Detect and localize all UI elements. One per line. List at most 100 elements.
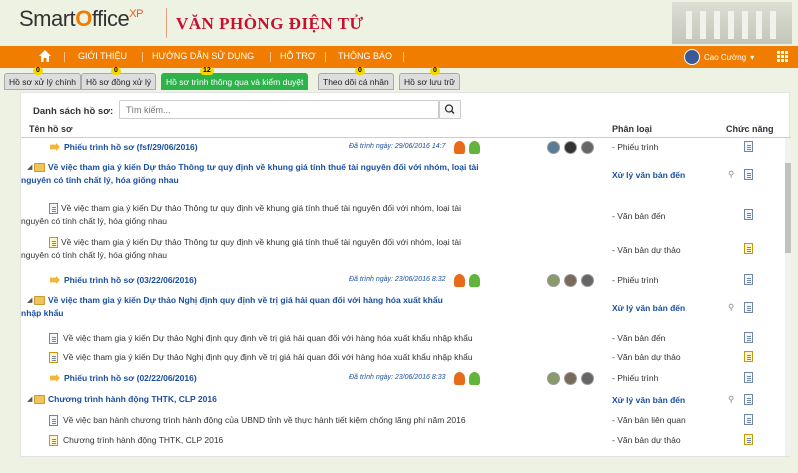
nav-divider <box>142 52 143 62</box>
attachment-icon[interactable]: ⚲ <box>728 169 737 179</box>
tab-personal[interactable]: 0 Theo dõi cá nhân <box>318 67 394 90</box>
search-label: Danh sách hồ sơ: <box>33 106 114 117</box>
avatar <box>581 274 594 287</box>
nav-item-intro[interactable]: GIỚI THIỆU <box>78 51 127 61</box>
nav-divider <box>403 52 404 62</box>
draft-document-icon <box>49 435 58 446</box>
tab-archive[interactable]: 0 Hồ sơ lưu trữ <box>399 67 460 90</box>
table-row[interactable]: ◢ Về việc tham gia ý kiến Dự thảo Nghị đ… <box>21 294 781 322</box>
row-title[interactable]: Phiếu trình hồ sơ (03/22/06/2016) <box>64 274 197 287</box>
table-row[interactable]: Về việc tham gia ý kiến Dự thảo Thông tư… <box>21 202 781 230</box>
table-row[interactable]: Phiếu trình hồ sơ (03/22/06/2016) Đã trì… <box>21 273 781 287</box>
row-date: Đã trình ngày: 23/06/2016 8:32 <box>349 276 446 283</box>
search-icon <box>444 104 455 115</box>
row-date: Đã trình ngày: 29/06/2016 14:7 <box>349 143 446 150</box>
attachment-icon[interactable]: ⚲ <box>728 302 737 312</box>
forward-icon <box>50 276 60 284</box>
view-document-icon[interactable] <box>744 209 753 220</box>
table-row[interactable]: Phiếu trình hồ sơ (fsf/29/06/2016) Đã tr… <box>21 140 781 154</box>
edit-document-icon[interactable] <box>744 351 753 362</box>
row-category: - Văn bản liên quan <box>612 415 686 425</box>
user-green-icon <box>469 141 480 154</box>
avatar <box>581 141 594 154</box>
row-title[interactable]: Về việc tham gia ý kiến Dự thảo Thông tư… <box>21 202 491 228</box>
avatar <box>564 141 577 154</box>
row-category: Xử lý văn bản đến <box>612 170 686 180</box>
user-green-icon <box>469 372 480 385</box>
row-category: - Văn bản dự thảo <box>612 435 681 445</box>
attachment-icon[interactable]: ⚲ <box>728 394 737 404</box>
scrollbar-thumb[interactable] <box>785 163 791 253</box>
table-row[interactable]: Về việc ban hành chương trình hành động … <box>21 414 781 428</box>
avatar <box>547 372 560 385</box>
edit-document-icon[interactable] <box>744 434 753 445</box>
row-title[interactable]: Về việc tham gia ý kiến Dự thảo Nghị địn… <box>63 332 473 345</box>
apps-grid-icon[interactable] <box>777 51 788 62</box>
view-document-icon[interactable] <box>744 394 753 405</box>
app-logo[interactable]: SmartOfficeXP <box>19 6 143 32</box>
table-row[interactable]: Về việc tham gia ý kiến Dự thảo Nghị địn… <box>21 332 781 346</box>
avatar <box>581 372 594 385</box>
avatar <box>684 49 700 65</box>
view-document-icon[interactable] <box>744 169 753 180</box>
user-menu[interactable]: Cao Cường ▾ <box>684 49 754 65</box>
avatar <box>564 372 577 385</box>
row-title[interactable]: Về việc tham gia ý kiến Dự thảo Nghị địn… <box>63 351 473 364</box>
nav-item-notifications[interactable]: THÔNG BÁO <box>338 51 392 61</box>
edit-document-icon[interactable] <box>744 243 753 254</box>
tab-badge: 0 <box>355 67 365 75</box>
row-category: Xử lý văn bản đến <box>612 395 686 405</box>
row-title[interactable]: Về việc ban hành chương trình hành động … <box>63 414 466 427</box>
folder-icon <box>34 395 45 404</box>
nav-divider <box>64 52 65 62</box>
avatar <box>547 141 560 154</box>
row-category: - Văn bản dự thảo <box>612 352 681 362</box>
header-divider <box>21 137 791 138</box>
header-building-image <box>672 2 792 44</box>
home-icon[interactable] <box>38 49 52 63</box>
row-category: - Phiếu trình <box>612 373 659 383</box>
search-button[interactable] <box>439 100 461 119</box>
view-document-icon[interactable] <box>744 414 753 425</box>
table-row[interactable]: ◢ Chương trình hành động THTK, CLP 2016 … <box>21 393 781 407</box>
nav-item-guide[interactable]: HƯỚNG DẪN SỬ DỤNG <box>152 51 254 61</box>
row-title[interactable]: Chương trình hành động THTK, CLP 2016 <box>48 393 217 406</box>
user-green-icon <box>469 274 480 287</box>
table-row[interactable]: Về việc tham gia ý kiến Dự thảo Thông tư… <box>21 236 781 264</box>
row-title[interactable]: Phiếu trình hồ sơ (fsf/29/06/2016) <box>64 141 198 154</box>
view-document-icon[interactable] <box>744 332 753 343</box>
avatar <box>547 274 560 287</box>
collapse-toggle-icon[interactable]: ◢ <box>27 395 32 403</box>
tab-badge: 0 <box>430 67 440 75</box>
table-row[interactable]: ◢ Về việc tham gia ý kiến Dự thảo Thông … <box>21 161 781 189</box>
row-title[interactable]: Về việc tham gia ý kiến Dự thảo Thông tư… <box>21 161 481 187</box>
tab-review[interactable]: 12 Hồ sơ trình thông qua và kiểm duyệt <box>161 67 309 90</box>
row-title[interactable]: Về việc tham gia ý kiến Dự thảo Nghị địn… <box>21 294 461 320</box>
document-icon <box>49 415 58 426</box>
row-category: - Phiếu trình <box>612 275 659 285</box>
avatar <box>564 274 577 287</box>
table-row[interactable]: Về việc tham gia ý kiến Dự thảo Nghị địn… <box>21 351 781 365</box>
view-document-icon[interactable] <box>744 141 753 152</box>
user-name: Cao Cường <box>704 52 747 62</box>
search-input[interactable] <box>119 100 439 119</box>
view-document-icon[interactable] <box>744 274 753 285</box>
row-category: - Phiếu trình <box>612 142 659 152</box>
view-document-icon[interactable] <box>744 372 753 383</box>
tab-badge: 0 <box>33 67 43 75</box>
row-title[interactable]: Chương trình hành động THTK, CLP 2016 <box>63 434 223 447</box>
table-row[interactable]: Chương trình hành động THTK, CLP 2016 - … <box>21 434 781 448</box>
view-document-icon[interactable] <box>744 302 753 313</box>
forward-icon <box>50 143 60 151</box>
tab-primary[interactable]: 0 Hồ sơ xử lý chính <box>4 67 82 90</box>
tab-badge: 12 <box>200 67 214 75</box>
tab-co-handling[interactable]: 0 Hồ sơ đồng xử lý <box>81 67 157 90</box>
brand-title: VĂN PHÒNG ĐIỆN TỬ <box>176 14 364 33</box>
forward-icon <box>50 374 60 382</box>
main-nav: GIỚI THIỆU HƯỚNG DẪN SỬ DỤNG HỖ TRỢ THÔN… <box>0 46 798 68</box>
row-title[interactable]: Về việc tham gia ý kiến Dự thảo Thông tư… <box>21 236 491 262</box>
nav-item-support[interactable]: HỖ TRỢ <box>280 51 316 61</box>
row-category: - Văn bản đến <box>612 333 666 343</box>
row-title[interactable]: Phiếu trình hồ sơ (02/22/06/2016) <box>64 372 197 385</box>
table-row[interactable]: Phiếu trình hồ sơ (02/22/06/2016) Đã trì… <box>21 371 781 385</box>
